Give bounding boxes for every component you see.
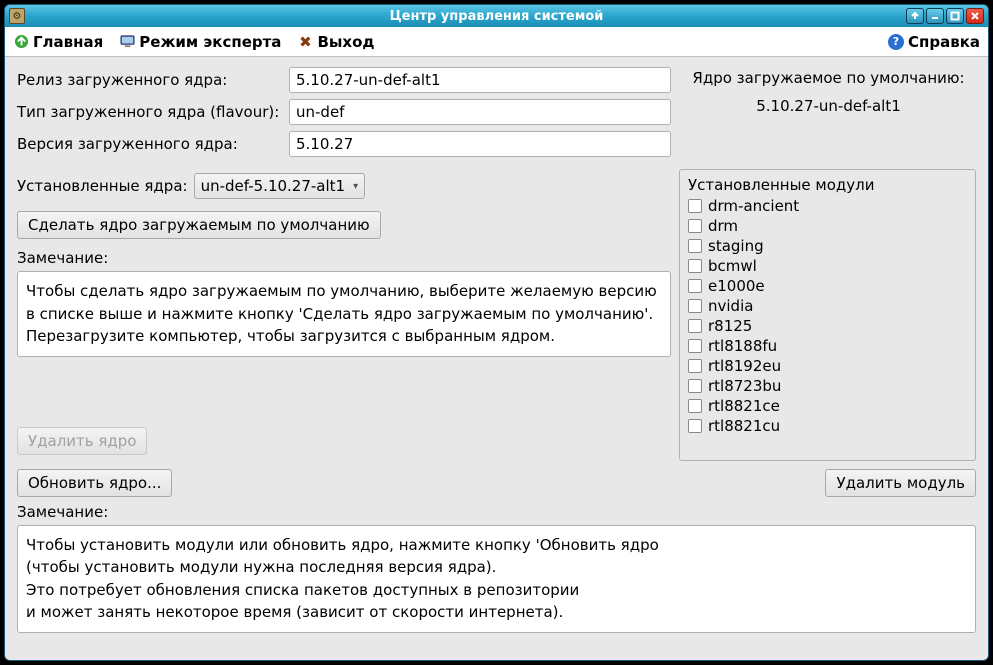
module-label: rtl8723bu — [708, 377, 781, 395]
module-label: bcmwl — [708, 257, 757, 275]
module-item[interactable]: r8125 — [684, 316, 971, 336]
default-kernel-heading: Ядро загружаемое по умолчанию: — [681, 69, 976, 87]
modules-list[interactable]: drm-ancient drm staging bcmwl e1000e nvidia r8… — [684, 196, 971, 456]
toolbar-expert-label: Режим эксперта — [139, 33, 281, 51]
module-checkbox[interactable] — [688, 259, 702, 273]
module-checkbox[interactable] — [688, 299, 702, 313]
toolbar-exit-label: Выход — [317, 33, 374, 51]
modules-title: Установленные модули — [684, 176, 971, 196]
module-item[interactable]: rtl8821cu — [684, 416, 971, 436]
release-field[interactable]: 5.10.27-un-def-alt1 — [289, 67, 671, 93]
module-item[interactable]: rtl8192eu — [684, 356, 971, 376]
module-label: rtl8821ce — [708, 397, 780, 415]
toolbar-help[interactable]: ? Справка — [888, 33, 980, 51]
module-item[interactable]: e1000e — [684, 276, 971, 296]
module-checkbox[interactable] — [688, 399, 702, 413]
installed-kernels-combobox[interactable]: un-def-5.10.27-alt1 — [194, 173, 366, 199]
toolbar-home[interactable]: Главная — [13, 33, 103, 51]
module-item[interactable]: rtl8723bu — [684, 376, 971, 396]
module-item[interactable]: drm — [684, 216, 971, 236]
update-kernel-button[interactable]: Обновить ядро... — [17, 469, 172, 497]
remove-kernel-button: Удалить ядро — [17, 427, 147, 455]
modules-groupbox: Установленные модули drm-ancient drm stagi… — [679, 169, 976, 461]
version-label: Версия загруженного ядра: — [17, 135, 283, 153]
toolbar-exit[interactable]: ✖ Выход — [297, 33, 374, 51]
module-item[interactable]: rtl8821ce — [684, 396, 971, 416]
module-label: drm-ancient — [708, 197, 799, 215]
module-label: rtl8188fu — [708, 337, 777, 355]
note2-box: Чтобы установить модули или обновить ядр… — [17, 525, 976, 633]
module-item[interactable]: staging — [684, 236, 971, 256]
window-rollup-button[interactable] — [906, 8, 924, 24]
module-label: nvidia — [708, 297, 753, 315]
flavour-label: Тип загруженного ядра (flavour): — [17, 103, 283, 121]
module-item[interactable]: drm-ancient — [684, 196, 971, 216]
module-checkbox[interactable] — [688, 199, 702, 213]
content-area: Релиз загруженного ядра: 5.10.27-un-def-… — [5, 57, 988, 660]
window-close-button[interactable] — [966, 8, 984, 24]
toolbar-help-label: Справка — [908, 33, 980, 51]
module-label: e1000e — [708, 277, 765, 295]
exit-icon: ✖ — [297, 34, 313, 50]
module-checkbox[interactable] — [688, 419, 702, 433]
module-label: r8125 — [708, 317, 752, 335]
main-window: ⚙ Центр управления системой Главная Режи… — [4, 4, 989, 661]
module-checkbox[interactable] — [688, 319, 702, 333]
module-checkbox[interactable] — [688, 379, 702, 393]
module-checkbox[interactable] — [688, 359, 702, 373]
module-item[interactable]: rtl8188fu — [684, 336, 971, 356]
version-field[interactable]: 5.10.27 — [289, 131, 671, 157]
module-label: rtl8821cu — [708, 417, 780, 435]
home-icon — [13, 34, 29, 50]
module-label: drm — [708, 217, 738, 235]
monitor-icon — [119, 34, 135, 50]
default-kernel-value: 5.10.27-un-def-alt1 — [681, 97, 976, 115]
titlebar[interactable]: ⚙ Центр управления системой — [5, 5, 988, 27]
window-minimize-button[interactable] — [926, 8, 944, 24]
module-checkbox[interactable] — [688, 339, 702, 353]
module-item[interactable]: nvidia — [684, 296, 971, 316]
module-checkbox[interactable] — [688, 279, 702, 293]
note2-label: Замечание: — [17, 503, 976, 521]
help-icon: ? — [888, 34, 904, 50]
app-icon: ⚙ — [9, 8, 25, 24]
installed-kernels-selected: un-def-5.10.27-alt1 — [201, 177, 346, 195]
installed-kernels-label: Установленные ядра: — [17, 177, 188, 195]
module-checkbox[interactable] — [688, 219, 702, 233]
module-checkbox[interactable] — [688, 239, 702, 253]
release-label: Релиз загруженного ядра: — [17, 71, 283, 89]
module-label: rtl8192eu — [708, 357, 781, 375]
note1-label: Замечание: — [17, 249, 671, 267]
toolbar-expert[interactable]: Режим эксперта — [119, 33, 281, 51]
module-label: staging — [708, 237, 764, 255]
flavour-field[interactable]: un-def — [289, 99, 671, 125]
remove-module-button[interactable]: Удалить модуль — [825, 469, 976, 497]
toolbar-home-label: Главная — [33, 33, 103, 51]
window-title: Центр управления системой — [5, 9, 988, 24]
module-item[interactable]: bcmwl — [684, 256, 971, 276]
window-maximize-button[interactable] — [946, 8, 964, 24]
make-default-button[interactable]: Сделать ядро загружаемым по умолчанию — [17, 211, 381, 239]
note1-box: Чтобы сделать ядро загружаемым по умолча… — [17, 271, 671, 357]
toolbar: Главная Режим эксперта ✖ Выход ? Справка — [5, 27, 988, 57]
